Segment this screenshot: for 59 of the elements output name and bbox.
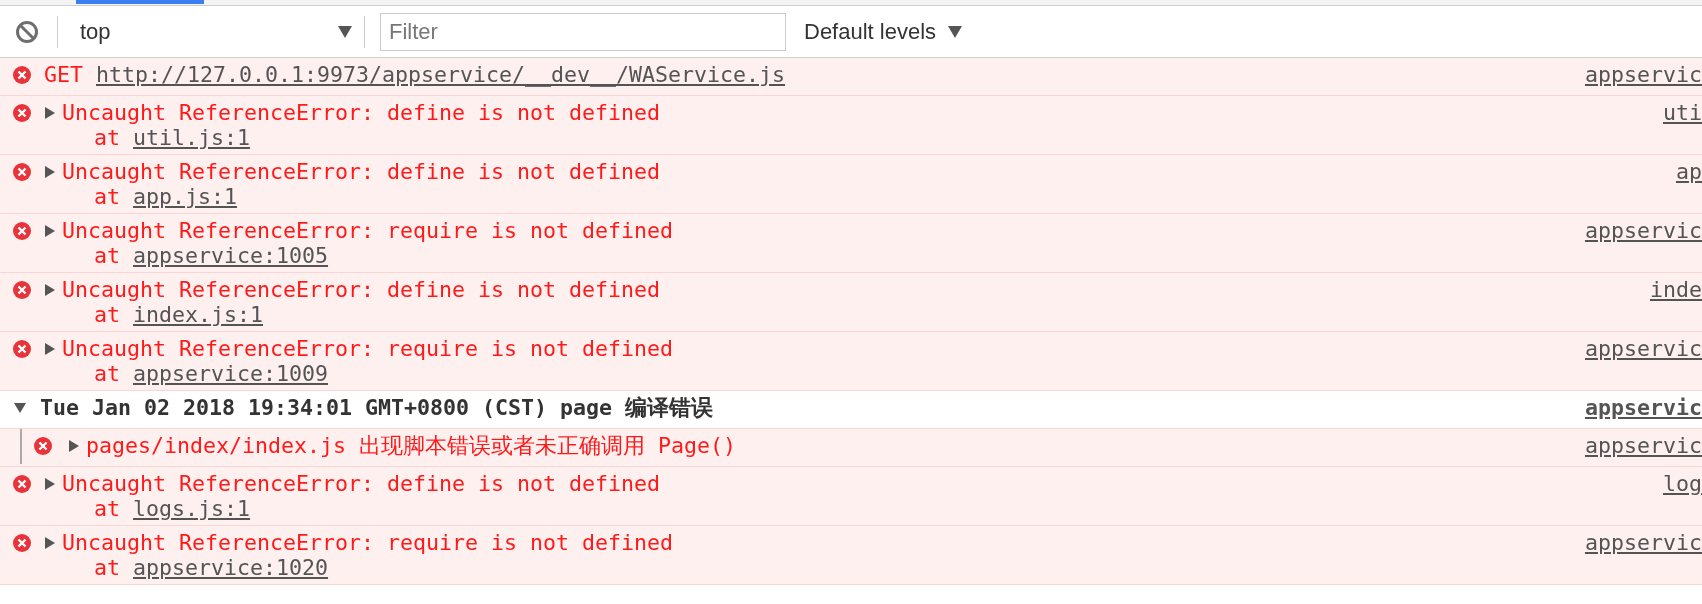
- stack-prefix: at: [94, 555, 120, 580]
- stack-prefix: at: [94, 243, 120, 268]
- request-method: GET: [44, 62, 83, 87]
- error-text: Uncaught ReferenceError: require is not defined: [62, 218, 674, 243]
- caret-icon: [948, 25, 963, 38]
- stack-prefix: at: [94, 361, 120, 386]
- clear-console-icon[interactable]: [15, 19, 39, 44]
- stack-link[interactable]: util.js:1: [133, 125, 251, 150]
- group-title: Tue Jan 02 2018 19:34:01 GMT+0800 (CST) page 编译错误: [40, 395, 715, 420]
- stack-link[interactable]: logs.js:1: [133, 496, 251, 521]
- error-icon: [13, 163, 31, 181]
- source-link[interactable]: appservic: [1585, 395, 1702, 420]
- stack-prefix: at: [94, 496, 120, 521]
- error-icon: [13, 281, 31, 299]
- error-icon: [13, 222, 31, 240]
- source-link[interactable]: appservic: [1585, 218, 1702, 243]
- disclosure-triangle[interactable]: [44, 478, 56, 490]
- stack-prefix: at: [94, 125, 120, 150]
- disclosure-triangle[interactable]: [44, 537, 56, 549]
- disclosure-triangle[interactable]: [44, 225, 56, 237]
- disclosure-triangle[interactable]: [44, 284, 56, 296]
- error-icon: [34, 437, 52, 455]
- error-icon: [13, 340, 31, 358]
- source-link[interactable]: appservic: [1585, 530, 1702, 555]
- error-text: Uncaught ReferenceError: define is not defined: [62, 100, 661, 125]
- disclosure-triangle[interactable]: [14, 402, 26, 414]
- disclosure-triangle[interactable]: [44, 107, 56, 119]
- source-link[interactable]: ap: [1676, 159, 1702, 184]
- error-icon: [13, 66, 31, 84]
- source-link[interactable]: inde: [1650, 277, 1702, 302]
- error-icon: [13, 534, 31, 552]
- request-url-link[interactable]: http://127.0.0.1:9973/appservice/__dev__/WAService.js: [96, 62, 786, 87]
- error-icon: [13, 104, 31, 122]
- source-link[interactable]: uti: [1663, 100, 1702, 125]
- error-text: pages/index/index.js 出现脚本错误或者未正确调用 Page(): [86, 433, 736, 458]
- disclosure-triangle[interactable]: [44, 343, 56, 355]
- source-link[interactable]: appservic: [1585, 433, 1702, 458]
- stack-link[interactable]: appservice:1009: [133, 361, 329, 386]
- stack-link[interactable]: appservice:1005: [133, 243, 329, 268]
- stack-prefix: at: [94, 184, 120, 209]
- stack-prefix: at: [94, 302, 120, 327]
- disclosure-triangle[interactable]: [44, 166, 56, 178]
- caret-icon: [338, 25, 352, 38]
- source-link[interactable]: appservic: [1585, 336, 1702, 361]
- error-text: Uncaught ReferenceError: require is not defined: [62, 336, 674, 361]
- disclosure-triangle[interactable]: [68, 440, 80, 452]
- stack-link[interactable]: appservice:1020: [133, 555, 329, 580]
- error-text: Uncaught ReferenceError: define is not defined: [62, 277, 661, 302]
- error-text: Uncaught ReferenceError: define is not defined: [62, 159, 661, 184]
- source-link[interactable]: log: [1663, 471, 1702, 496]
- filter-field[interactable]: Filter: [380, 12, 786, 51]
- context-select[interactable]: top: [58, 18, 364, 45]
- stack-link[interactable]: app.js:1: [133, 184, 238, 209]
- levels-dropdown[interactable]: Default levels: [804, 18, 963, 45]
- error-text: Uncaught ReferenceError: define is not defined: [62, 471, 661, 496]
- error-text: Uncaught ReferenceError: require is not defined: [62, 530, 674, 555]
- stack-link[interactable]: index.js:1: [133, 302, 264, 327]
- source-link[interactable]: appservic: [1585, 62, 1702, 87]
- error-icon: [13, 475, 31, 493]
